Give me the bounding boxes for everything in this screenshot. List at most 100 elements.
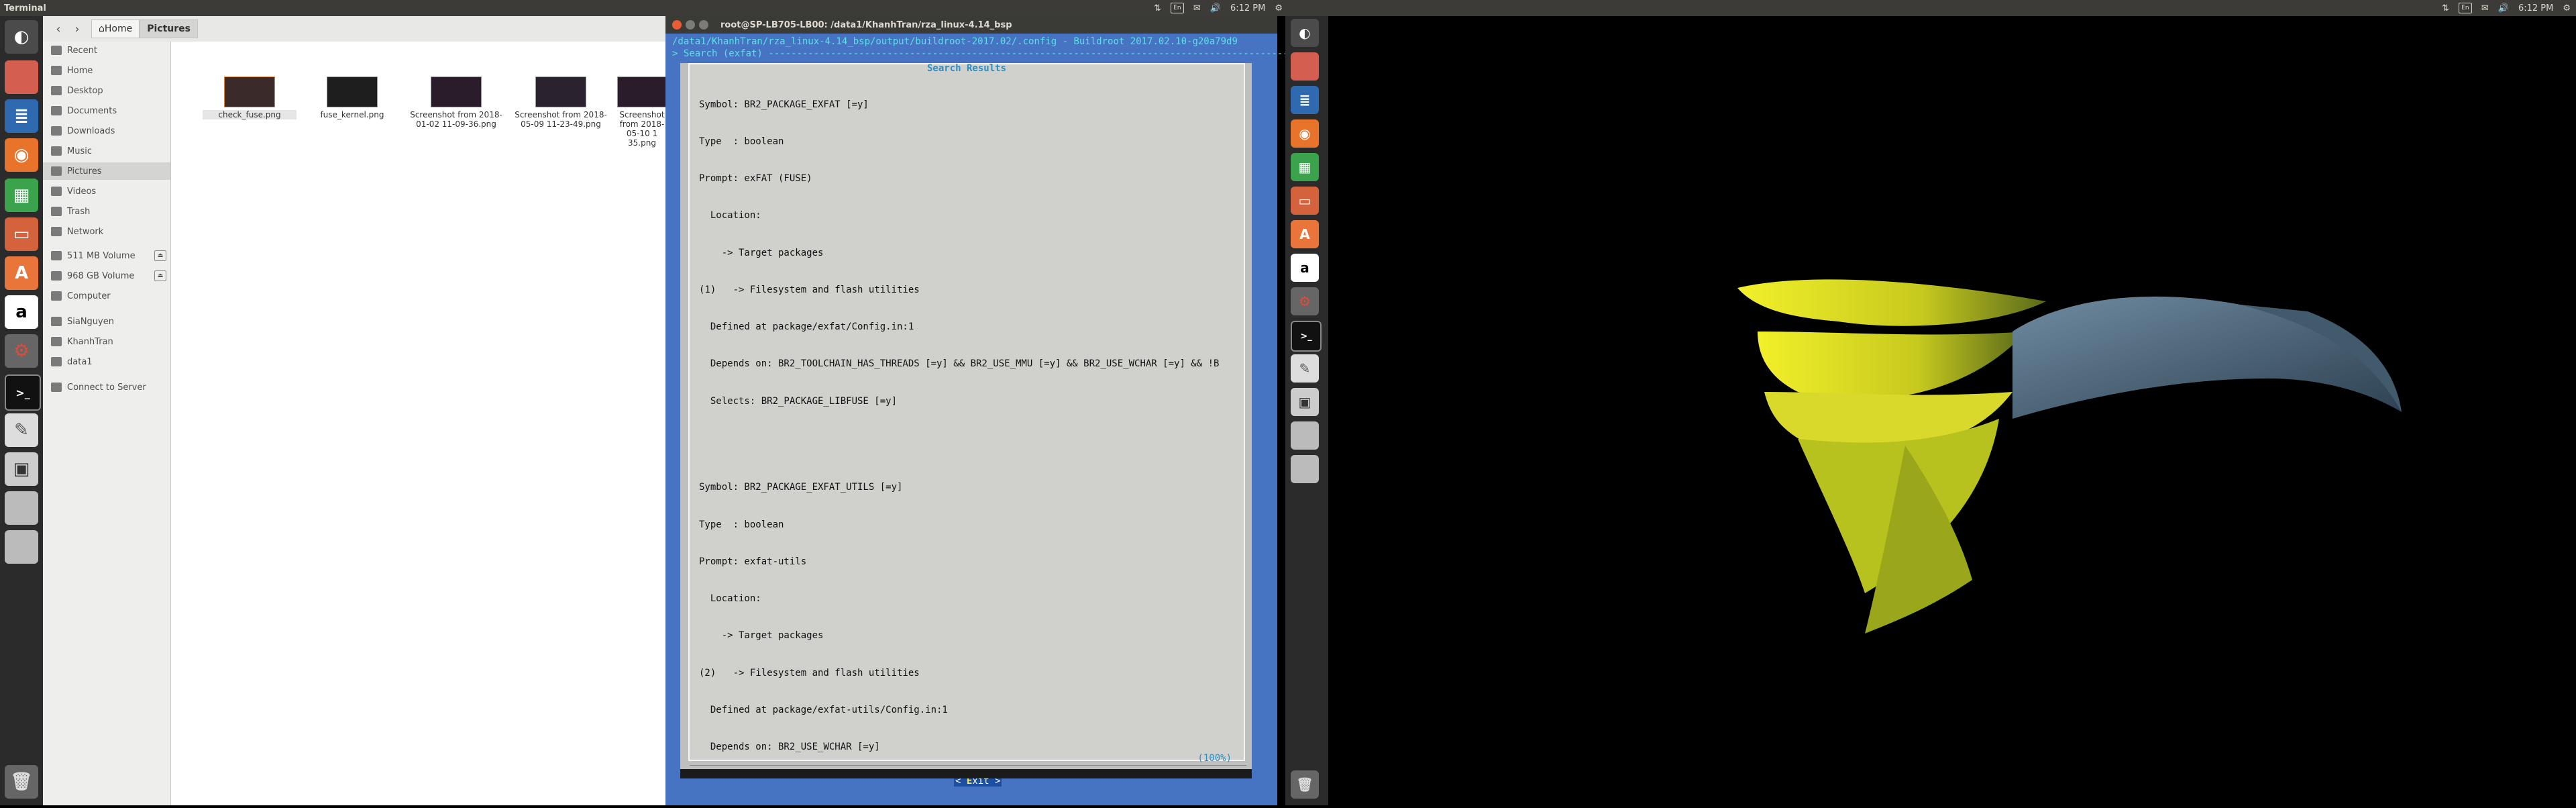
mail-icon[interactable]: ✉ [1193, 3, 1201, 13]
sidebar-item-downloads[interactable]: Downloads [43, 122, 170, 140]
firefox-icon[interactable]: ◉ [1291, 119, 1319, 148]
result-line: (1) -> Filesystem and flash utilities [699, 284, 920, 295]
sidebar-item-volume-968[interactable]: 968 GB Volume ⏏ [43, 267, 170, 285]
desktop-wallpaper [1328, 16, 2576, 805]
terminal-body[interactable]: /data1/KhanhTran/rza_linux-4.14_bsp/outp… [665, 34, 1328, 805]
eject-icon[interactable]: ⏏ [154, 250, 166, 261]
trash-icon[interactable]: 🗑 [5, 765, 38, 799]
software-center-icon[interactable]: A [1291, 220, 1319, 248]
indicator-area-right[interactable]: ⇅ En ✉ 🔊 6:12 PM ⚙ [2442, 0, 2571, 16]
drive-icon[interactable] [1291, 421, 1319, 450]
drive-icon[interactable] [5, 530, 38, 564]
terminal-icon[interactable]: >_ [5, 374, 41, 411]
maximize-window-button[interactable] [699, 20, 708, 30]
music-icon [51, 146, 62, 156]
impress-icon[interactable]: ▭ [1291, 187, 1319, 215]
sidebar-item-connect-server[interactable]: Connect to Server [43, 378, 170, 396]
terminal-window: root@SP-LB705-LB00: /data1/KhanhTran/rza… [665, 16, 1328, 805]
dialog-shadow [680, 769, 1252, 778]
volume-icon[interactable]: 🔊 [1210, 3, 1221, 13]
sidebar-item-pictures[interactable]: Pictures [43, 162, 170, 180]
gear-icon[interactable]: ⚙ [2563, 3, 2571, 13]
sidebar-item-trash[interactable]: Trash [43, 203, 170, 220]
result-line: Prompt: exFAT (FUSE) [699, 173, 812, 185]
sidebar-item-recent[interactable]: Recent [43, 42, 170, 59]
network-icon[interactable]: ⇅ [2442, 3, 2449, 13]
impress-icon[interactable]: ▭ [5, 217, 38, 251]
video-icon [51, 187, 62, 196]
terminal-icon[interactable]: >_ [1291, 321, 1322, 352]
writer-icon[interactable]: ≣ [1291, 86, 1319, 114]
amazon-icon[interactable]: a [5, 295, 38, 329]
camera-icon[interactable]: ▣ [5, 452, 38, 486]
file-item[interactable]: Screenshot from 2018-05-10 1 35.png [617, 77, 667, 148]
gear-icon[interactable]: ⚙ [1275, 3, 1283, 13]
indicator-area[interactable]: ⇅ En ✉ 🔊 6:12 PM ⚙ [1154, 0, 1283, 16]
folder-icon [51, 357, 62, 366]
network-icon [51, 227, 62, 236]
clock[interactable]: 6:12 PM [1230, 3, 1265, 13]
eject-icon[interactable]: ⏏ [154, 270, 166, 281]
writer-icon[interactable]: ≣ [5, 99, 38, 133]
dash-icon[interactable]: ◐ [5, 20, 38, 54]
sidebar-item-videos[interactable]: Videos [43, 183, 170, 200]
firefox-icon[interactable]: ◉ [5, 138, 38, 172]
settings-gear-icon[interactable]: ⚙ [5, 334, 38, 368]
result-line: -> Target packages [699, 247, 824, 258]
sidebar-item-bookmark-data1[interactable]: data1 [43, 353, 170, 370]
sidebar-item-network[interactable]: Network [43, 223, 170, 240]
result-line: Symbol: BR2_PACKAGE_EXFAT_UTILS [=y] [699, 482, 903, 493]
file-item[interactable]: fuse_kernel.png [305, 77, 399, 119]
forward-icon[interactable]: › [70, 21, 85, 37]
breadcrumb-home[interactable]: ⌂ Home [91, 19, 140, 38]
sidebar-item-home[interactable]: Home [43, 62, 170, 79]
files-app-icon[interactable] [1291, 52, 1319, 81]
server-icon [51, 383, 62, 392]
drive-icon[interactable] [1291, 455, 1319, 483]
network-icon[interactable]: ⇅ [1154, 3, 1161, 13]
result-line: Depends on: BR2_TOOLCHAIN_HAS_THREADS [=… [699, 358, 1220, 370]
drive-icon[interactable] [5, 491, 38, 525]
sidebar-item-computer[interactable]: Computer [43, 287, 170, 305]
sidebar-item-bookmark-khanhtran[interactable]: KhanhTran [43, 333, 170, 350]
text-editor-icon[interactable]: ✎ [5, 413, 38, 447]
drive-icon [51, 251, 62, 260]
close-window-button[interactable] [672, 20, 682, 30]
clock[interactable]: 6:12 PM [2518, 3, 2553, 13]
sidebar-item-volume-511[interactable]: 511 MB Volume ⏏ [43, 247, 170, 264]
clock-icon [51, 46, 62, 55]
trash-icon [51, 207, 62, 216]
folder-icon [51, 106, 62, 115]
trash-icon[interactable]: 🗑 [1291, 770, 1319, 799]
calc-icon[interactable]: ▦ [5, 179, 38, 212]
sidebar-item-bookmark-sianguyen[interactable]: SiaNguyen [43, 313, 170, 330]
settings-gear-icon[interactable]: ⚙ [1291, 287, 1319, 315]
text-editor-icon[interactable]: ✎ [1291, 354, 1319, 383]
files-app-icon[interactable] [5, 60, 38, 94]
software-center-icon[interactable]: A [5, 256, 38, 290]
scroll-percent: (100%) [1197, 753, 1232, 764]
dash-icon[interactable]: ◐ [1291, 19, 1319, 47]
result-line: Type : boolean [699, 519, 784, 530]
result-line: Depends on: BR2_USE_WCHAR [=y] [699, 741, 880, 752]
breadcrumb-pictures[interactable]: Pictures [140, 19, 198, 38]
keyboard-layout-indicator[interactable]: En [1170, 3, 1184, 13]
mail-icon[interactable]: ✉ [2481, 3, 2489, 13]
sidebar-item-documents[interactable]: Documents [43, 102, 170, 119]
image-thumbnail [327, 77, 378, 107]
sidebar-item-desktop[interactable]: Desktop [43, 82, 170, 99]
amazon-icon[interactable]: a [1291, 254, 1319, 282]
back-icon[interactable]: ‹ [51, 21, 66, 37]
keyboard-layout-indicator[interactable]: En [2458, 3, 2472, 13]
minimize-window-button[interactable] [686, 20, 695, 30]
search-results-text[interactable]: Symbol: BR2_PACKAGE_EXFAT [=y] Type : bo… [699, 74, 1219, 778]
camera-icon[interactable]: ▣ [1291, 388, 1319, 416]
sidebar-item-music[interactable]: Music [43, 142, 170, 160]
search-results-dialog: Search Results Symbol: BR2_PACKAGE_EXFAT… [680, 63, 1252, 787]
file-item[interactable]: check_fuse.png [203, 77, 297, 119]
file-item[interactable]: Screenshot from 2018-05-09 11-23-49.png [514, 77, 608, 129]
file-item[interactable]: Screenshot from 2018-01-02 11-09-36.png [409, 77, 503, 129]
home-icon [51, 66, 62, 75]
calc-icon[interactable]: ▦ [1291, 153, 1319, 181]
volume-icon[interactable]: 🔊 [2498, 3, 2509, 13]
